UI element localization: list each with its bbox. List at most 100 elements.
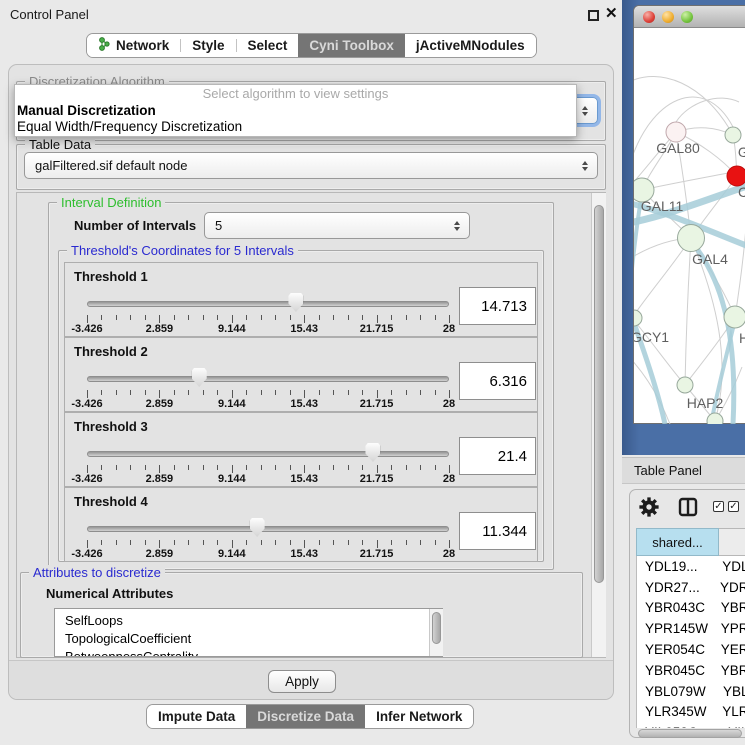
slider-track[interactable]: [87, 376, 449, 382]
tick-label: 28: [443, 323, 455, 335]
vertical-scrollbar-thumb[interactable]: [594, 205, 604, 583]
tick-label: 15.43: [290, 323, 318, 335]
slider-track[interactable]: [87, 451, 449, 457]
network-node[interactable]: [707, 413, 723, 424]
tab-style[interactable]: Style: [181, 34, 235, 57]
table-row[interactable]: YIL052CYIL0: [637, 722, 745, 728]
network-node-gal4[interactable]: [678, 225, 705, 252]
tick-mark: [420, 465, 421, 470]
split-column-icon[interactable]: [678, 497, 698, 517]
network-edge[interactable]: [676, 98, 739, 122]
threshold-value-field[interactable]: 14.713: [459, 287, 536, 325]
list-item-selfloops[interactable]: SelfLoops: [55, 612, 442, 630]
list-item-betweennesscentrality[interactable]: BetweennessCentrality: [55, 648, 442, 657]
threshold-value-field[interactable]: 21.4: [459, 437, 536, 475]
tick-mark: [116, 315, 117, 320]
gear-icon[interactable]: [639, 497, 659, 517]
network-edge[interactable]: [634, 238, 691, 318]
table-row[interactable]: YBR043CYBR0: [637, 598, 745, 619]
tick-mark: [348, 315, 349, 320]
tab-jactivemnodules[interactable]: jActiveMNodules: [405, 34, 536, 57]
tab-discretize-data[interactable]: Discretize Data: [246, 705, 365, 728]
table-row[interactable]: YPR145WYPR1: [637, 618, 745, 639]
control-panel-tabbar: Network Style SelectCyni ToolboxjActiveMNo…: [86, 33, 537, 58]
slider-thumb[interactable]: [192, 368, 207, 387]
checkbox-icon[interactable]: [728, 501, 739, 512]
slider-thumb[interactable]: [365, 443, 380, 462]
tick-mark: [130, 390, 131, 395]
tick-mark: [261, 465, 262, 470]
network-node-h[interactable]: [724, 306, 745, 328]
network-canvas[interactable]: GAL80GACGAL11GAL4GCY1HHAP2: [634, 27, 745, 424]
combo-stepper-icon[interactable]: [575, 161, 597, 171]
table-row[interactable]: YBL079WYBL0: [637, 681, 745, 702]
slider-track[interactable]: [87, 301, 449, 307]
attributes-scrollbar-thumb[interactable]: [432, 612, 441, 644]
column-header-name[interactable]: na...: [719, 528, 745, 556]
apply-button[interactable]: Apply: [268, 670, 336, 693]
attributes-list-scrollbar[interactable]: [429, 609, 443, 656]
tick-mark: [420, 315, 421, 320]
num-intervals-combobox[interactable]: 5: [204, 212, 470, 239]
tick-mark: [261, 390, 262, 395]
network-node-gcy1[interactable]: [634, 310, 642, 326]
tab-label: Style: [192, 38, 224, 53]
table-row[interactable]: YBR045CYBR0: [637, 660, 745, 681]
slider-track[interactable]: [87, 526, 449, 532]
tab-infer-network[interactable]: Infer Network: [365, 705, 473, 728]
tick-mark: [333, 465, 334, 470]
tab-select[interactable]: Select: [237, 34, 299, 57]
zoom-window-icon[interactable]: [681, 11, 693, 23]
table-row[interactable]: YDL19...YDL1: [637, 556, 745, 577]
table-row[interactable]: YDR27...YDR2: [637, 577, 745, 598]
numerical-attributes-list[interactable]: SelfLoopsTopologicalCoefficientBetweenne…: [54, 608, 443, 657]
tick-label: -3.426: [71, 398, 102, 410]
table-row[interactable]: YLR345WYLR3: [637, 702, 745, 723]
threshold-value-field[interactable]: 6.316: [459, 362, 536, 400]
tab-cyni-toolbox[interactable]: Cyni Toolbox: [298, 34, 405, 57]
combo-stepper-icon[interactable]: [575, 106, 597, 116]
table-panel-title: Table Panel: [634, 463, 702, 478]
cell-shared-name: YBR045C: [637, 663, 712, 678]
cell-shared-name: YER054C: [637, 642, 712, 657]
close-icon[interactable]: [605, 4, 618, 24]
column-header-shared-name[interactable]: shared...: [636, 528, 719, 556]
list-item-topologicalcoefficient[interactable]: TopologicalCoefficient: [55, 630, 442, 648]
table-row[interactable]: YER054CYER0: [637, 639, 745, 660]
float-window-icon[interactable]: [588, 10, 599, 21]
tick-label: 9.144: [218, 548, 246, 560]
close-window-icon[interactable]: [643, 11, 655, 23]
combo-stepper-icon[interactable]: [447, 221, 469, 231]
threshold-value-field[interactable]: 11.344: [459, 512, 536, 550]
slider-thumb[interactable]: [250, 518, 265, 537]
dropdown-option-manual-discretization[interactable]: Manual Discretization: [15, 103, 576, 119]
tick-label: 2.859: [146, 548, 174, 560]
tab-impute-data[interactable]: Impute Data: [147, 705, 246, 728]
network-node-c[interactable]: [727, 166, 745, 186]
network-window-titlebar[interactable]: [634, 6, 745, 28]
minimize-window-icon[interactable]: [662, 11, 674, 23]
tick-mark: [449, 390, 450, 398]
horizontal-scrollbar-thumb[interactable]: [638, 729, 742, 738]
network-node-label: H: [739, 330, 745, 346]
node-table-body[interactable]: YDL19...YDL1YDR27...YDR2YBR043CYBR0YPR14…: [636, 556, 745, 728]
tick-label: 9.144: [218, 323, 246, 335]
network-node-ga[interactable]: [725, 127, 741, 143]
network-node-gal80[interactable]: [666, 122, 686, 142]
cell-shared-name: YBR043C: [637, 600, 712, 615]
cell-shared-name: YDR27...: [637, 580, 711, 595]
slider-ticks: [87, 315, 449, 323]
tab-label: Network: [116, 38, 169, 53]
tick-mark: [159, 315, 160, 323]
table-data-combobox[interactable]: galFiltered.sif default node: [24, 152, 598, 179]
threshold-label: Threshold 4: [74, 494, 148, 509]
vertical-scrollbar[interactable]: [591, 193, 606, 657]
tick-label: 21.715: [360, 548, 394, 560]
checkbox-icon[interactable]: [713, 501, 724, 512]
tick-label: 2.859: [146, 323, 174, 335]
tab-network[interactable]: Network: [87, 34, 180, 57]
network-node-hap2[interactable]: [677, 377, 693, 393]
slider-thumb[interactable]: [288, 293, 303, 312]
network-edge[interactable]: [685, 238, 691, 385]
dropdown-option-equal-width-frequency-discretization[interactable]: Equal Width/Frequency Discretization: [15, 119, 576, 135]
